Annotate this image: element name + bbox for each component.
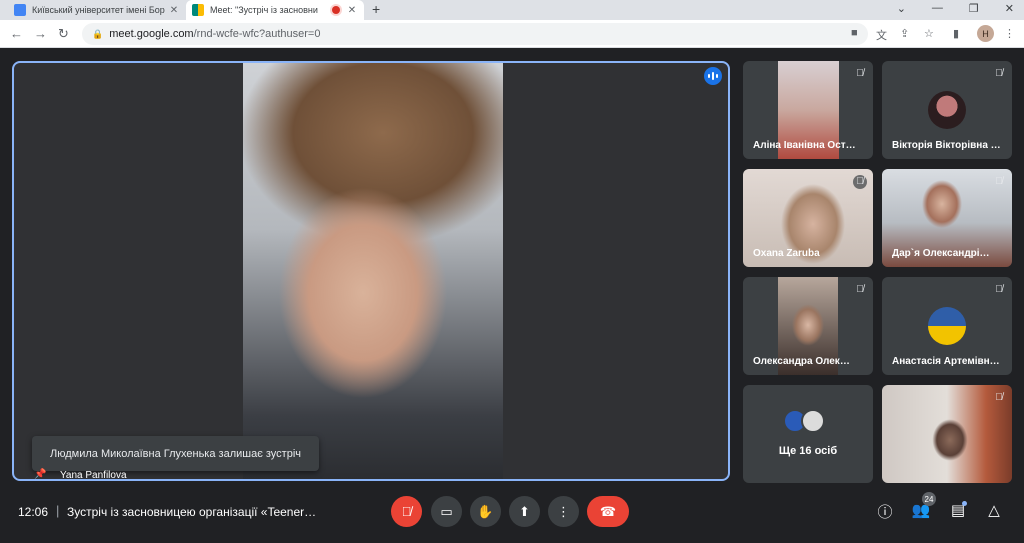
participant-name: Oxana Zaruba bbox=[753, 248, 820, 259]
bookmark-star-icon[interactable]: ☆ bbox=[924, 27, 934, 40]
reload-icon[interactable]: ↻ bbox=[58, 26, 69, 42]
hang-up-icon: ☎ bbox=[599, 503, 617, 519]
lock-icon[interactable]: 🔒 bbox=[92, 29, 103, 40]
main-speaker-tile[interactable]: Людмила Миколаївна Глухенька залишає зус… bbox=[12, 61, 730, 481]
minimize-icon[interactable]: — bbox=[932, 2, 943, 15]
meeting-clock: 12:06 bbox=[18, 505, 49, 519]
meeting-info-icon[interactable]: ⓘ bbox=[875, 501, 895, 522]
tab-title: Meet: "Зустріч із засновни bbox=[210, 5, 318, 15]
calendar-favicon-icon bbox=[14, 4, 26, 16]
participant-name: Анастасія Артемівн… bbox=[892, 356, 1000, 367]
browser-toolbar: ← → ↻ 🔒 meet.google.com /rnd-wcfe-wfc?au… bbox=[0, 20, 1024, 48]
participant-avatar bbox=[928, 91, 966, 129]
participant-tile[interactable]: 🎙̸ Oxana Zaruba bbox=[743, 169, 873, 267]
chrome-menu-icon[interactable]: ⋮ bbox=[1004, 27, 1015, 40]
browser-tab-university[interactable]: Київський університет імені Бор ✕ bbox=[8, 0, 186, 20]
participant-avatar bbox=[928, 307, 966, 345]
more-participants-label: Ще 16 осіб bbox=[778, 445, 838, 457]
window-close-icon[interactable]: ✕ bbox=[1005, 2, 1014, 15]
meeting-title: Зустріч із засновницею організації «Teen… bbox=[67, 505, 317, 519]
present-screen-button[interactable]: ⬆ bbox=[509, 496, 540, 527]
more-participants-avatars bbox=[783, 409, 825, 433]
mic-off-icon: 🎙̸ bbox=[995, 176, 1003, 187]
meeting-control-bar: 12:06 | Зустріч із засновницею організац… bbox=[0, 492, 1024, 543]
side-panel-icon[interactable]: ▮ bbox=[953, 27, 959, 40]
mic-off-icon: 🎙̸ bbox=[995, 68, 1003, 79]
participant-tile[interactable]: 🎙̸ Вікторія Вікторівна … bbox=[882, 61, 1012, 159]
more-vertical-icon: ⋮ bbox=[557, 503, 570, 519]
participant-tile[interactable]: 🎙̸ Анастасія Артемівн… bbox=[882, 277, 1012, 375]
more-participants-tile[interactable]: Ще 16 осіб bbox=[743, 385, 873, 483]
window-controls: ⌄ — ❐ ✕ bbox=[897, 2, 1014, 15]
mic-off-icon: 🎙̸ bbox=[856, 284, 864, 295]
url-host: meet.google.com bbox=[109, 28, 194, 40]
participant-avatar bbox=[801, 409, 825, 433]
mic-off-icon: 🎙̸ bbox=[401, 504, 412, 519]
translate-icon[interactable]: 文 bbox=[876, 27, 887, 43]
camera-in-use-icon[interactable]: ■ bbox=[851, 27, 858, 39]
participant-tile[interactable]: 🎙̸ Олександра Олек… bbox=[743, 277, 873, 375]
new-tab-button[interactable]: + bbox=[372, 1, 380, 17]
profile-avatar[interactable]: H bbox=[977, 25, 994, 42]
leave-call-button[interactable]: ☎ bbox=[587, 496, 629, 527]
browser-tab-strip: Київський університет імені Бор ✕ Meet: … bbox=[0, 0, 1024, 20]
activities-icon[interactable]: △ bbox=[984, 501, 1004, 519]
browser-tab-meet[interactable]: Meet: "Зустріч із засновни ✕ bbox=[186, 0, 364, 20]
people-count-badge: 24 bbox=[922, 492, 936, 506]
close-icon[interactable]: ✕ bbox=[346, 5, 358, 16]
hand-icon: ✋ bbox=[477, 503, 494, 519]
video-camera-icon: ▭ bbox=[440, 503, 453, 519]
unread-chat-dot bbox=[962, 501, 967, 506]
toggle-camera-button[interactable]: ▭ bbox=[431, 496, 462, 527]
more-options-button[interactable]: ⋮ bbox=[548, 496, 579, 527]
forward-arrow-icon[interactable]: → bbox=[34, 26, 47, 41]
share-icon[interactable]: ⇪ bbox=[900, 27, 909, 40]
speaking-indicator-icon bbox=[704, 67, 722, 85]
participant-tile[interactable]: 🎙̸ Аліна Іванівна Ост… bbox=[743, 61, 873, 159]
recording-indicator-icon bbox=[332, 6, 340, 14]
mic-off-icon: 🎙̸ bbox=[995, 284, 1003, 295]
mic-off-icon: 🎙̸ bbox=[856, 68, 864, 79]
mic-off-icon: 🎙̸ bbox=[853, 175, 867, 189]
participant-tile[interactable]: 🎙̸ Дар`я Олександрі… bbox=[882, 169, 1012, 267]
pin-icon[interactable]: 📌 bbox=[34, 469, 46, 479]
separator: | bbox=[56, 503, 60, 518]
back-arrow-icon[interactable]: ← bbox=[10, 26, 23, 41]
tab-title: Київський університет імені Бор bbox=[32, 5, 165, 15]
toggle-microphone-button[interactable]: 🎙̸ bbox=[391, 496, 422, 527]
main-speaker-name-label: 📌 Yana Panfilova bbox=[34, 469, 127, 481]
close-icon[interactable]: ✕ bbox=[168, 5, 180, 16]
meet-stage: Людмила Миколаївна Глухенька залишає зус… bbox=[0, 49, 1024, 543]
participant-name: Вікторія Вікторівна … bbox=[892, 140, 1001, 151]
participant-name: Аліна Іванівна Ост… bbox=[753, 140, 856, 151]
presenter-name: Yana Panfilova bbox=[60, 469, 127, 481]
address-bar[interactable]: 🔒 meet.google.com /rnd-wcfe-wfc?authuser… bbox=[82, 23, 868, 45]
meet-favicon-icon bbox=[192, 4, 204, 16]
restore-icon[interactable]: ❐ bbox=[969, 2, 979, 15]
participant-tile[interactable]: 🎙̸ bbox=[882, 385, 1012, 483]
participant-left-notification: Людмила Миколаївна Глухенька залишає зус… bbox=[32, 436, 319, 471]
speaker-video bbox=[243, 63, 503, 479]
raise-hand-button[interactable]: ✋ bbox=[470, 496, 501, 527]
url-path: /rnd-wcfe-wfc?authuser=0 bbox=[193, 28, 321, 40]
participant-name: Дар`я Олександрі… bbox=[892, 248, 990, 259]
participant-name: Олександра Олек… bbox=[753, 356, 850, 367]
tab-search-chevron-icon[interactable]: ⌄ bbox=[897, 2, 906, 15]
mic-off-icon: 🎙̸ bbox=[995, 392, 1003, 403]
present-screen-icon: ⬆ bbox=[519, 503, 530, 519]
